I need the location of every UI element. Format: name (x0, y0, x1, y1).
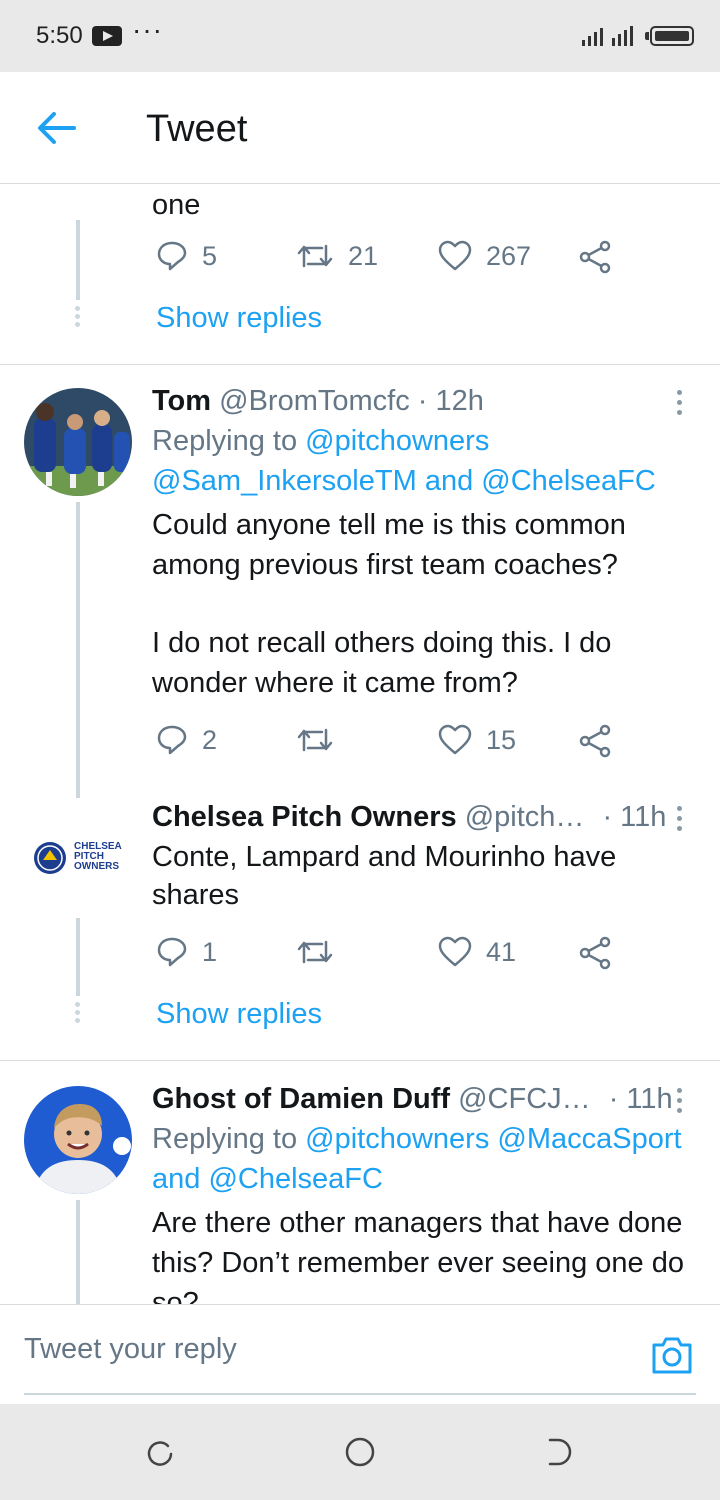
like-count: 41 (486, 936, 517, 967)
replying-prefix: Replying to (152, 1123, 298, 1155)
page-title: Tweet (146, 108, 248, 150)
tweet-text: Conte, Lampard and Mourinho have (152, 841, 617, 873)
retweet-button[interactable]: 21 (296, 240, 378, 272)
like-count: 267 (486, 240, 532, 271)
tweet-text: one (152, 189, 201, 221)
signal-icon (582, 26, 633, 46)
avatar[interactable]: CHELSEA PITCH OWNERS (24, 804, 132, 912)
reply-button[interactable]: 5 (156, 240, 217, 272)
replying-to: and @ChelseaFC (152, 1160, 383, 1199)
mention-link[interactable]: @Sam_InkersoleTM (152, 465, 417, 497)
like-count: 15 (486, 724, 517, 755)
avatar-text: OWNERS (74, 861, 119, 872)
mention-link[interactable]: @ChelseaFC (208, 1163, 383, 1195)
home-icon[interactable] (344, 1436, 376, 1468)
mention-link[interactable]: @pitchowners (305, 1123, 489, 1155)
mention-link[interactable]: @MaccaSport (497, 1123, 681, 1155)
more-icon[interactable] (670, 390, 688, 420)
mention-link[interactable]: @ChelseaFC (481, 465, 656, 497)
share-icon[interactable] (578, 724, 612, 758)
retweet-button[interactable] (296, 724, 348, 756)
like-button[interactable]: 267 (438, 240, 531, 272)
reply-count: 5 (202, 240, 218, 271)
divider (0, 364, 720, 365)
tweet-header: Ghost of Damien Duff @CFCJ… · 11h (152, 1080, 673, 1119)
like-icon (438, 240, 472, 271)
tweet-time: · 12h (417, 385, 484, 417)
more-icon[interactable] (670, 806, 688, 836)
replying-and: and (424, 465, 474, 497)
more-notifications-icon: ··· (132, 14, 163, 45)
retweet-icon (297, 940, 333, 964)
author-handle: @CFCJ… (458, 1083, 591, 1115)
thread-dots (75, 306, 81, 330)
tweet-text: Are there other managers that have done (152, 1207, 683, 1239)
tweet-header: Tom @BromTomcfc · 12h (152, 382, 484, 421)
author-name[interactable]: Tom (152, 385, 211, 417)
thread-line (76, 220, 80, 300)
status-time: 5:50 (36, 22, 83, 49)
tweet-text: among previous first team coaches? (152, 549, 618, 581)
tweet-text: Could anyone tell me is this common (152, 509, 626, 541)
retweet-count: 21 (348, 240, 379, 271)
author-handle: @pitch… (464, 801, 585, 833)
tweet-text: shares (152, 879, 240, 911)
tweet-time: · 11h (602, 801, 667, 833)
tweet-thread[interactable]: one 5 21 267 Show replies Tom @BromTomcf… (0, 184, 720, 1304)
like-icon (438, 724, 472, 755)
system-nav-bar (0, 1404, 720, 1500)
reply-bar: Tweet your reply (0, 1304, 720, 1404)
like-button[interactable]: 15 (438, 724, 516, 756)
retweet-icon (297, 728, 333, 752)
reply-underline (24, 1393, 696, 1395)
reply-count: 1 (202, 936, 218, 967)
tweet-text: this? Don’t remember ever seeing one do (152, 1247, 684, 1279)
mention-link[interactable]: @pitchowners (305, 425, 489, 457)
replying-to: Replying to @pitchowners @MaccaSport (152, 1120, 682, 1159)
retweet-icon (297, 244, 333, 268)
tweet-text: I do not recall others doing this. I do (152, 627, 612, 659)
show-replies-link[interactable]: Show replies (156, 302, 322, 335)
play-notification-icon (92, 26, 122, 46)
like-icon (438, 936, 472, 967)
reply-icon (157, 725, 187, 755)
thread-line (76, 1200, 80, 1304)
camera-icon[interactable] (650, 1335, 694, 1375)
replying-to: Replying to @pitchowners (152, 422, 489, 461)
replying-and: and (152, 1163, 201, 1195)
thread-line (76, 502, 80, 798)
avatar[interactable] (24, 1086, 132, 1194)
divider (0, 1060, 720, 1061)
reply-count: 2 (202, 724, 218, 755)
share-icon[interactable] (578, 936, 612, 970)
author-name[interactable]: Chelsea Pitch Owners (152, 801, 457, 833)
tweet-header: Chelsea Pitch Owners @pitch… · 11h (152, 798, 666, 837)
author-handle: @BromTomcfc (219, 385, 410, 417)
battery-icon (645, 26, 694, 46)
tweet-text: wonder where it came from? (152, 667, 518, 699)
more-icon[interactable] (670, 1088, 688, 1118)
like-button[interactable]: 41 (438, 936, 516, 968)
tweet-text: so? (152, 1287, 199, 1304)
thread-line (76, 918, 80, 996)
reply-button[interactable]: 2 (156, 724, 217, 756)
avatar[interactable] (24, 388, 132, 496)
app-header: Tweet (0, 72, 720, 184)
recent-apps-icon[interactable] (144, 1436, 176, 1468)
back-nav-icon[interactable] (544, 1436, 576, 1468)
share-icon[interactable] (578, 240, 612, 274)
replying-to: @Sam_InkersoleTM and @ChelseaFC (152, 462, 656, 501)
retweet-button[interactable] (296, 936, 348, 968)
reply-icon (157, 241, 187, 271)
thread-dots (75, 1002, 81, 1026)
reply-icon (157, 937, 187, 967)
reply-input[interactable]: Tweet your reply (24, 1333, 237, 1366)
status-bar: 5:50 ··· (0, 0, 720, 72)
tweet-time: · 11h (608, 1083, 673, 1115)
author-name[interactable]: Ghost of Damien Duff (152, 1083, 450, 1115)
reply-button[interactable]: 1 (156, 936, 217, 968)
back-arrow-icon[interactable] (34, 108, 78, 148)
replying-prefix: Replying to (152, 425, 298, 457)
show-replies-link[interactable]: Show replies (156, 998, 322, 1031)
